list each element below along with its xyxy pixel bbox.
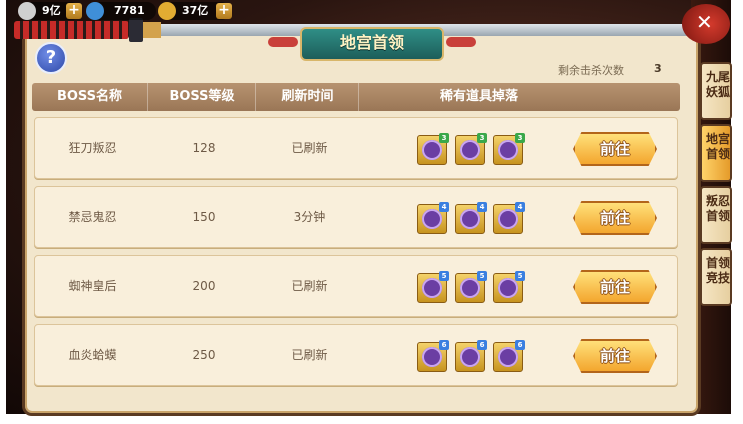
remaining-kills-value: 3 (654, 62, 662, 75)
boss-name: 狂刀叛忍 (68, 141, 117, 155)
refresh-time: 已刷新 (291, 348, 328, 362)
side-tab-dungeon-boss[interactable]: 地宫首领 (700, 124, 732, 182)
silver-icon (18, 2, 36, 20)
go-button[interactable]: 前往 (573, 270, 657, 304)
drop-items: 4 4 4 (417, 202, 527, 234)
boss-level: 250 (192, 348, 216, 362)
table-row: 蜘神皇后 200 已刷新 5 5 5 前往 (34, 255, 678, 317)
go-button[interactable]: 前往 (573, 132, 657, 166)
add-silver-button[interactable]: + (66, 3, 82, 19)
go-button[interactable]: 前往 (573, 339, 657, 373)
gold-value: 37亿 (182, 4, 209, 17)
sword-item-icon[interactable]: 3 (417, 133, 449, 165)
side-tab-nine-tail-fox[interactable]: 九尾妖狐 (700, 62, 732, 120)
orb-item-icon[interactable]: 4 (493, 202, 525, 234)
table-row: 禁忌鬼忍 150 3分钟 4 4 4 前往 (34, 186, 678, 248)
sword-item-icon[interactable]: 6 (417, 340, 449, 372)
table-header: BOSS名称 BOSS等级 刷新时间 稀有道具掉落 (32, 83, 680, 111)
gem-value: 7781 (114, 4, 145, 17)
boss-name: 蜘神皇后 (68, 279, 117, 293)
scroll-item-icon[interactable]: 6 (455, 340, 487, 372)
refresh-time: 3分钟 (293, 210, 326, 224)
sword-item-icon[interactable]: 4 (417, 202, 449, 234)
drop-items: 5 5 5 (417, 271, 527, 303)
boss-level: 200 (192, 279, 216, 293)
gold-coin-icon (158, 2, 176, 20)
drop-items: 6 6 6 (417, 340, 527, 372)
refresh-time: 已刷新 (291, 141, 328, 155)
boss-level: 150 (192, 210, 216, 224)
add-gold-button[interactable]: + (216, 3, 232, 19)
header-boss-level: BOSS等级 (147, 83, 256, 111)
drop-items: 3 3 3 (417, 133, 527, 165)
boss-name: 血炎蛤蟆 (68, 348, 117, 362)
table-row: 血炎蛤蟆 250 已刷新 6 6 6 前往 (34, 324, 678, 386)
boss-name: 禁忌鬼忍 (68, 210, 117, 224)
header-rare-drops: 稀有道具掉落 (358, 83, 599, 111)
side-tab-rogue-boss[interactable]: 叛忍首领 (700, 186, 732, 244)
scroll-item-icon[interactable]: 5 (455, 271, 487, 303)
refresh-time: 已刷新 (291, 279, 328, 293)
silver-counter: 9亿 + (18, 2, 82, 20)
remaining-kills-label: 剩余击杀次数 (558, 64, 624, 77)
side-tab-boss-arena[interactable]: 首领竞技 (700, 248, 732, 306)
gem-icon (86, 2, 104, 20)
panel-title: 地宫首领 (268, 27, 476, 61)
table-row: 狂刀叛忍 128 已刷新 3 3 3 前往 (34, 117, 678, 179)
gold-counter: 37亿 + (158, 2, 232, 20)
sword-item-icon[interactable]: 5 (417, 271, 449, 303)
silver-value: 9亿 (42, 4, 61, 17)
header-boss-name: BOSS名称 (56, 89, 123, 104)
header-refresh-time: 刷新时间 (255, 83, 359, 111)
boss-level: 128 (192, 141, 216, 155)
orb-item-icon[interactable]: 5 (493, 271, 525, 303)
resource-bar: 9亿 + 7781 37亿 + (6, 0, 306, 22)
close-button[interactable] (682, 4, 730, 44)
orb-item-icon[interactable]: 3 (493, 133, 525, 165)
help-button[interactable]: ? (35, 42, 67, 74)
go-button[interactable]: 前往 (573, 201, 657, 235)
scroll-item-icon[interactable]: 3 (455, 133, 487, 165)
orb-item-icon[interactable]: 6 (493, 340, 525, 372)
gem-counter: 7781 (86, 2, 156, 20)
scroll-item-icon[interactable]: 4 (455, 202, 487, 234)
